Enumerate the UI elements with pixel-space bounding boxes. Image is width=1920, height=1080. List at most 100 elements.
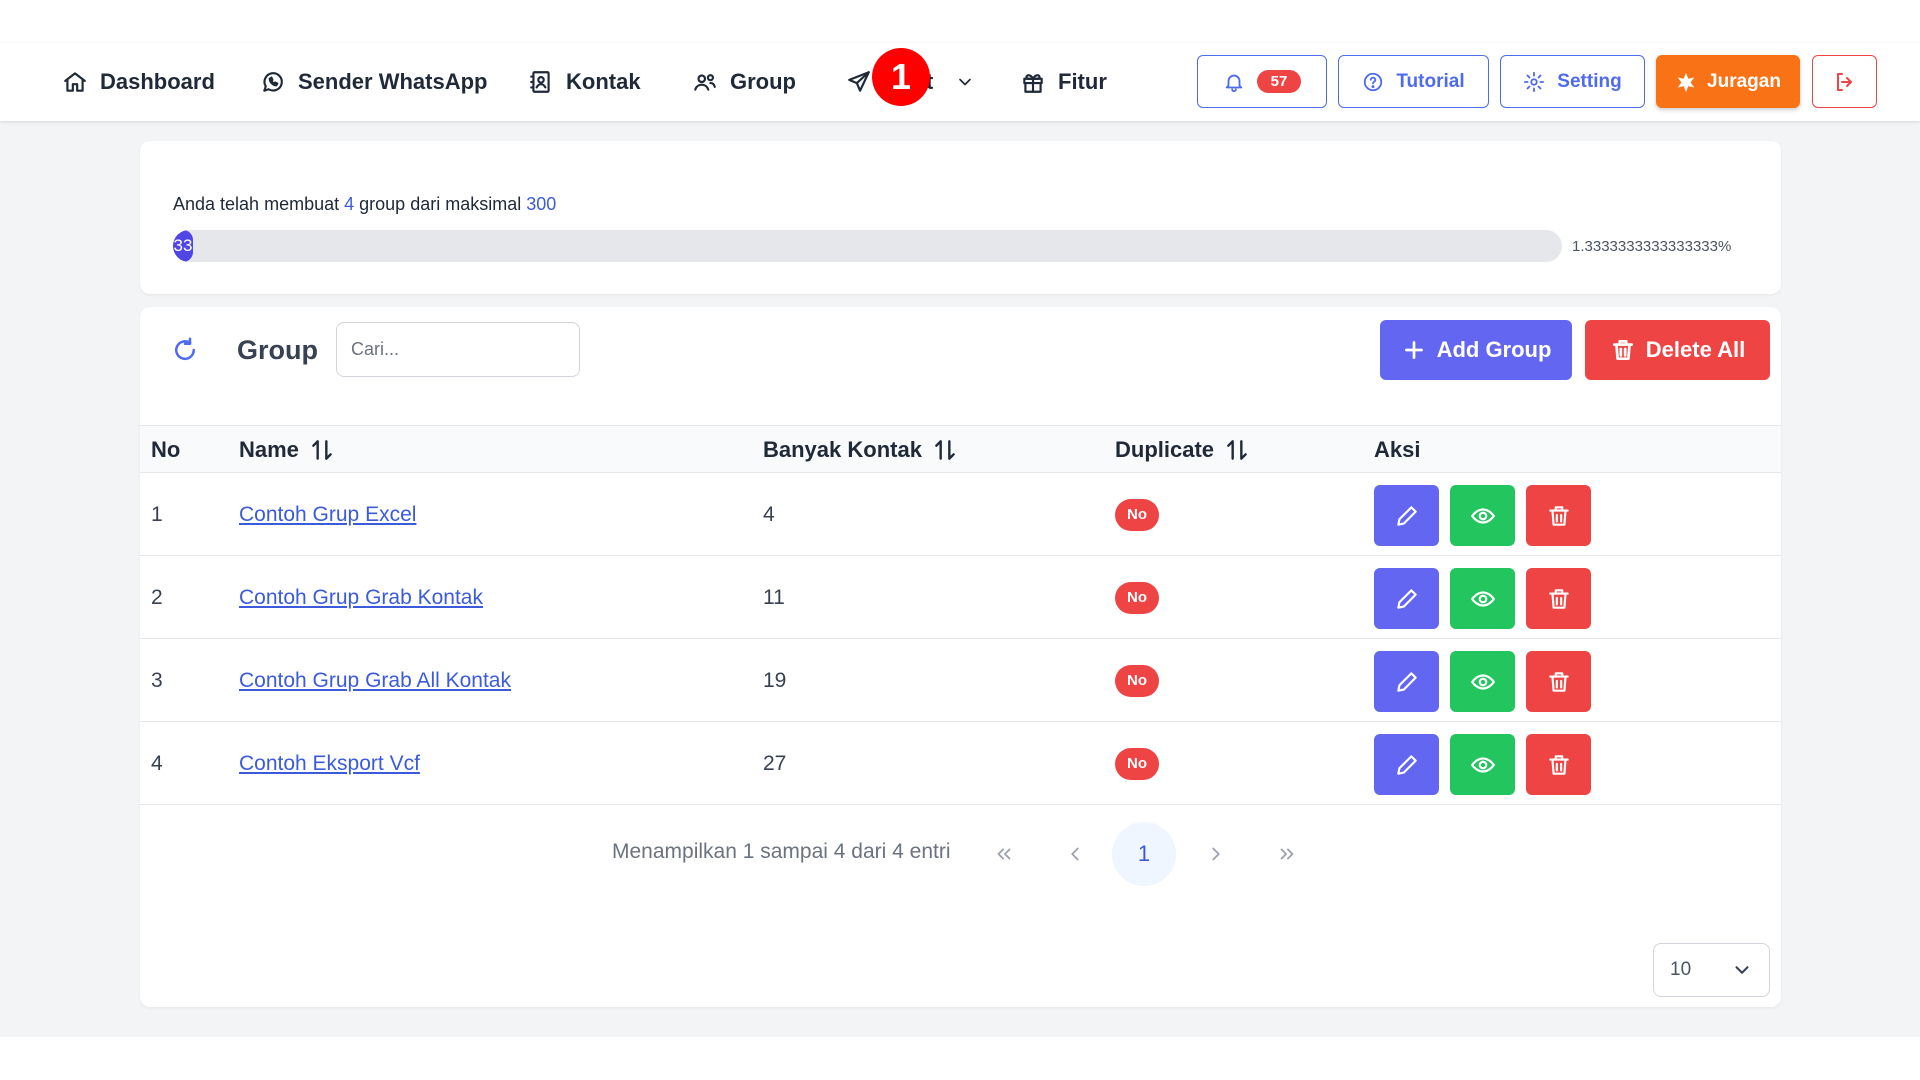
duplicate-badge: No xyxy=(1115,498,1159,531)
tutorial-label: Tutorial xyxy=(1396,70,1465,92)
header-name-label: Name xyxy=(239,437,299,462)
prev-page-button[interactable] xyxy=(1043,822,1107,886)
nav-kontak-label: Kontak xyxy=(566,69,641,94)
row-count: 4 xyxy=(763,502,775,526)
duplicate-badge: No xyxy=(1115,581,1159,614)
delete-button[interactable] xyxy=(1526,734,1591,795)
nav-group[interactable]: Group xyxy=(692,43,796,121)
row-no: 3 xyxy=(151,668,163,692)
view-button[interactable] xyxy=(1450,651,1515,712)
delete-all-label: Delete All xyxy=(1645,337,1746,362)
table-row: 1 Contoh Grup Excel 4 No xyxy=(140,473,1781,556)
setting-button[interactable]: Setting xyxy=(1500,55,1645,108)
bell-icon xyxy=(1225,74,1242,92)
eye-icon xyxy=(1470,507,1495,524)
header-no-label: No xyxy=(151,437,181,462)
header-name[interactable]: Name xyxy=(239,426,335,474)
edit-button[interactable] xyxy=(1374,485,1439,546)
delete-button[interactable] xyxy=(1526,651,1591,712)
group-table-card: Group Add Group Delete All No Name Banya… xyxy=(140,307,1781,1007)
delete-button[interactable] xyxy=(1526,568,1591,629)
nav-dashboard-label: Dashboard xyxy=(100,69,215,94)
send-icon xyxy=(848,71,870,92)
header-duplicate-label: Duplicate xyxy=(1115,437,1215,462)
row-count: 27 xyxy=(763,751,787,775)
view-button[interactable] xyxy=(1450,485,1515,546)
pencil-icon xyxy=(1396,671,1417,692)
next-page-button[interactable] xyxy=(1184,822,1248,886)
first-page-button[interactable] xyxy=(972,822,1036,886)
double-chevron-left-icon xyxy=(997,848,1011,860)
trash-icon xyxy=(1548,588,1569,609)
help-circle-icon xyxy=(1364,72,1383,91)
group-name-link[interactable]: Contoh Eksport Vcf xyxy=(239,752,420,776)
nav-group-label: Group xyxy=(730,69,796,94)
search-input[interactable] xyxy=(336,322,580,377)
juragan-button[interactable]: Juragan xyxy=(1656,55,1800,108)
trash-icon xyxy=(1548,754,1569,775)
sort-icon xyxy=(935,440,955,460)
gift-icon xyxy=(1023,74,1043,93)
row-no: 4 xyxy=(151,751,163,775)
refresh-icon xyxy=(175,337,196,361)
eye-icon xyxy=(1470,673,1495,690)
per-page-select[interactable]: 10 xyxy=(1653,943,1770,997)
nav-sender-whatsapp[interactable]: Sender WhatsApp xyxy=(260,43,487,121)
chevron-right-icon xyxy=(1212,847,1220,861)
eye-icon xyxy=(1470,590,1495,607)
page-button-1[interactable]: 1 xyxy=(1112,822,1176,886)
nav-sender-whatsapp-label: Sender WhatsApp xyxy=(298,69,488,94)
add-group-button[interactable]: Add Group xyxy=(1380,320,1572,380)
group-name-link[interactable]: Contoh Grup Excel xyxy=(239,503,416,527)
delete-button[interactable] xyxy=(1526,485,1591,546)
pencil-icon xyxy=(1396,754,1417,775)
sort-icon xyxy=(312,440,332,460)
nav-dashboard[interactable]: Dashboard xyxy=(62,43,215,121)
chevron-down-icon xyxy=(1735,966,1749,974)
header-no: No xyxy=(151,426,180,474)
group-name-link[interactable]: Contoh Grup Grab Kontak xyxy=(239,586,483,610)
edit-button[interactable] xyxy=(1374,651,1439,712)
tutorial-button[interactable]: Tutorial xyxy=(1338,55,1489,108)
row-count: 11 xyxy=(763,585,785,609)
notification-count-badge: 57 xyxy=(1256,70,1302,93)
setting-label: Setting xyxy=(1557,70,1622,92)
row-no: 2 xyxy=(151,585,163,609)
delete-all-button[interactable]: Delete All xyxy=(1585,320,1770,380)
edit-button[interactable] xyxy=(1374,568,1439,629)
whatsapp-icon xyxy=(263,72,283,92)
quota-prefix: Anda telah membuat xyxy=(173,194,340,214)
nav-fitur[interactable]: Fitur xyxy=(1020,43,1107,121)
edit-button[interactable] xyxy=(1374,734,1439,795)
quota-percent-label: 1.3333333333333333% xyxy=(1572,238,1732,255)
contact-book-icon xyxy=(530,71,550,93)
sort-icon xyxy=(1227,440,1247,460)
header-action-label: Aksi xyxy=(1374,437,1421,462)
header-banyak-kontak[interactable]: Banyak Kontak xyxy=(763,426,958,474)
nav-kontak[interactable]: Kontak xyxy=(528,43,641,121)
gear-icon xyxy=(1524,71,1545,92)
quota-count: 4 xyxy=(344,194,355,214)
row-count: 19 xyxy=(763,668,787,692)
header-duplicate[interactable]: Duplicate xyxy=(1115,426,1250,474)
quota-middle: group dari maksimal xyxy=(359,194,522,214)
notification-button[interactable]: 57 xyxy=(1197,55,1327,108)
group-name-link[interactable]: Contoh Grup Grab All Kontak xyxy=(239,669,511,693)
refresh-button[interactable] xyxy=(170,335,200,365)
top-navbar: Dashboard Sender WhatsApp Kontak Group t… xyxy=(0,43,1920,121)
view-button[interactable] xyxy=(1450,568,1515,629)
row-no: 1 xyxy=(151,502,163,526)
star-burst-icon xyxy=(1677,72,1695,92)
table-header: No Name Banyak Kontak Duplicate Aksi xyxy=(140,425,1781,473)
trash-icon xyxy=(1548,671,1569,692)
quota-progress-fill: 33 xyxy=(173,230,193,262)
home-icon xyxy=(64,72,86,92)
duplicate-badge: No xyxy=(1115,747,1159,780)
last-page-button[interactable] xyxy=(1255,822,1319,886)
add-group-label: Add Group xyxy=(1436,337,1552,362)
logout-button[interactable] xyxy=(1812,55,1877,108)
view-button[interactable] xyxy=(1450,734,1515,795)
quota-max: 300 xyxy=(526,194,557,214)
quota-progress-bar: 33 xyxy=(173,230,1562,262)
logout-icon xyxy=(1836,72,1852,91)
